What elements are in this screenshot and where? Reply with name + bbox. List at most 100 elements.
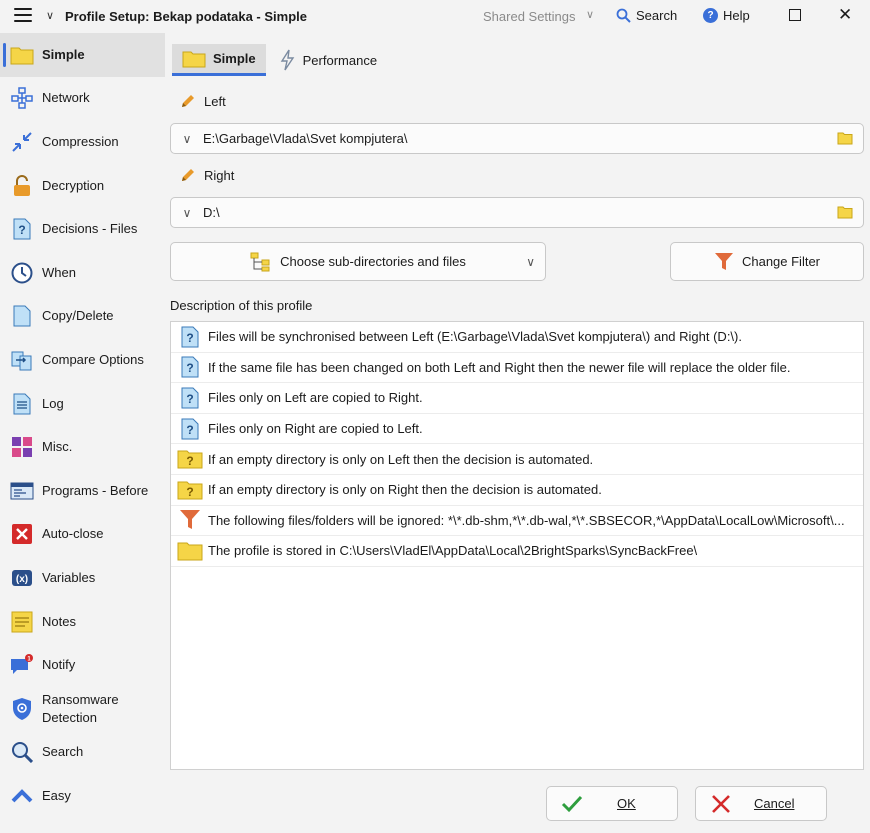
chevron-down-icon[interactable]: ∨ xyxy=(171,132,203,146)
cancel-button[interactable]: Cancel xyxy=(695,786,827,821)
chevron-down-icon[interactable]: ∨ xyxy=(171,206,203,220)
sidebar-item-easy[interactable]: Easy xyxy=(0,774,165,818)
sidebar-item-decryption[interactable]: Decryption xyxy=(0,164,165,208)
folder-icon xyxy=(182,51,206,67)
misc-icon xyxy=(10,435,34,459)
sidebar-item-compare-options[interactable]: Compare Options xyxy=(0,338,165,382)
maximize-button[interactable] xyxy=(789,9,801,21)
question-file-icon: ? xyxy=(176,325,204,349)
question-file-icon: ? xyxy=(176,355,204,379)
chevron-down-icon[interactable]: ∨ xyxy=(46,9,54,22)
chevron-down-icon: ∨ xyxy=(526,254,535,269)
log-icon xyxy=(10,392,34,416)
programs-icon xyxy=(10,479,34,503)
svg-text:?: ? xyxy=(186,361,193,375)
shield-icon xyxy=(10,697,34,721)
sidebar-item-decisions-files[interactable]: ? Decisions - Files xyxy=(0,207,165,251)
sidebar-item-network[interactable]: Network xyxy=(0,77,165,121)
notes-icon xyxy=(10,610,34,634)
close-button[interactable]: ✕ xyxy=(838,5,852,25)
sidebar-item-programs-before[interactable]: Programs - Before xyxy=(0,469,165,513)
sidebar-item-log[interactable]: Log xyxy=(0,382,165,426)
filter-icon xyxy=(176,508,204,532)
change-filter-button[interactable]: Change Filter xyxy=(670,242,864,281)
filter-icon xyxy=(714,252,733,270)
compare-icon xyxy=(10,348,34,372)
folder-browse-icon[interactable] xyxy=(837,132,853,145)
help-button[interactable]: ? Help xyxy=(703,8,750,23)
network-icon xyxy=(10,86,34,110)
left-label: Left xyxy=(180,93,226,109)
window-title: Profile Setup: Bekap podataka - Simple xyxy=(65,9,307,24)
svg-text:?: ? xyxy=(186,331,193,345)
right-path-value: D:\ xyxy=(203,205,220,220)
tab-performance[interactable]: Performance xyxy=(270,44,387,76)
sidebar-item-when[interactable]: When xyxy=(0,251,165,295)
sidebar-item-compression[interactable]: Compression xyxy=(0,120,165,164)
search-icon xyxy=(10,740,34,764)
svg-text:?: ? xyxy=(186,485,193,499)
question-file-icon: ? xyxy=(176,417,204,441)
list-item: ? Files only on Right are copied to Left… xyxy=(171,414,863,445)
list-item: ? If an empty directory is only on Right… xyxy=(171,475,863,506)
variables-icon: (x) xyxy=(10,566,34,590)
right-label: Right xyxy=(180,167,234,183)
sidebar-item-variables[interactable]: (x) Variables xyxy=(0,556,165,600)
chevron-up-icon xyxy=(10,784,34,808)
main-content: Simple Performance Left ∨ E:\Garbage\Vla… xyxy=(165,33,870,833)
title-bar: ∨ Profile Setup: Bekap podataka - Simple… xyxy=(0,0,870,33)
notify-icon: 1 xyxy=(10,653,34,677)
search-button[interactable]: Search xyxy=(616,8,677,23)
right-path-combobox[interactable]: ∨ D:\ xyxy=(170,197,864,228)
shared-settings-dropdown[interactable]: Shared Settings xyxy=(483,9,576,24)
question-file-icon: ? xyxy=(10,217,34,241)
tree-icon xyxy=(250,252,270,271)
help-label: Help xyxy=(723,8,750,23)
sidebar-item-misc[interactable]: Misc. xyxy=(0,425,165,469)
choose-subdirectories-button[interactable]: Choose sub-directories and files ∨ xyxy=(170,242,546,281)
question-folder-icon: ? xyxy=(176,478,204,502)
tab-simple[interactable]: Simple xyxy=(172,44,266,76)
search-label: Search xyxy=(636,8,678,23)
sidebar-item-simple[interactable]: Simple xyxy=(0,33,165,77)
sidebar-item-copy-delete[interactable]: Copy/Delete xyxy=(0,295,165,339)
help-icon: ? xyxy=(703,8,718,23)
chevron-down-icon[interactable]: ∨ xyxy=(586,8,594,21)
cancel-x-icon xyxy=(696,794,746,814)
hamburger-menu-icon[interactable] xyxy=(14,8,32,24)
sidebar-item-notes[interactable]: Notes xyxy=(0,600,165,644)
list-item: ? If an empty directory is only on Left … xyxy=(171,444,863,475)
description-label: Description of this profile xyxy=(170,298,313,313)
pencil-icon xyxy=(182,95,194,107)
list-item: The following files/folders will be igno… xyxy=(171,506,863,537)
description-list: ? Files will be synchronised between Lef… xyxy=(170,321,864,770)
question-file-icon: ? xyxy=(176,386,204,410)
compression-icon xyxy=(10,130,34,154)
sidebar-item-notify[interactable]: 1 Notify xyxy=(0,643,165,687)
svg-text:?: ? xyxy=(186,423,193,437)
svg-text:(x): (x) xyxy=(16,574,28,585)
folder-icon xyxy=(10,43,34,67)
lock-icon xyxy=(10,174,34,198)
question-folder-icon: ? xyxy=(176,447,204,471)
svg-text:?: ? xyxy=(186,392,193,406)
ok-button[interactable]: OK xyxy=(546,786,678,821)
left-path-combobox[interactable]: ∨ E:\Garbage\Vlada\Svet kompjutera\ xyxy=(170,123,864,154)
search-icon xyxy=(616,8,631,23)
folder-browse-icon[interactable] xyxy=(837,206,853,219)
check-icon xyxy=(547,795,597,813)
clock-icon xyxy=(10,261,34,285)
list-item: The profile is stored in C:\Users\VladEl… xyxy=(171,536,863,567)
pencil-icon xyxy=(182,169,194,181)
svg-text:?: ? xyxy=(186,454,193,468)
folder-icon xyxy=(176,539,204,563)
sidebar-item-auto-close[interactable]: Auto-close xyxy=(0,513,165,557)
sidebar-item-ransomware-detection[interactable]: Ransomware Detection xyxy=(0,687,165,731)
svg-text:?: ? xyxy=(18,223,25,237)
list-item: ? Files only on Left are copied to Right… xyxy=(171,383,863,414)
sidebar-item-search[interactable]: Search xyxy=(0,731,165,775)
list-item: ? Files will be synchronised between Lef… xyxy=(171,322,863,353)
left-path-value: E:\Garbage\Vlada\Svet kompjutera\ xyxy=(203,131,408,146)
list-item: ? If the same file has been changed on b… xyxy=(171,353,863,384)
sidebar: Simple Network Compression Decryption ? … xyxy=(0,33,165,833)
